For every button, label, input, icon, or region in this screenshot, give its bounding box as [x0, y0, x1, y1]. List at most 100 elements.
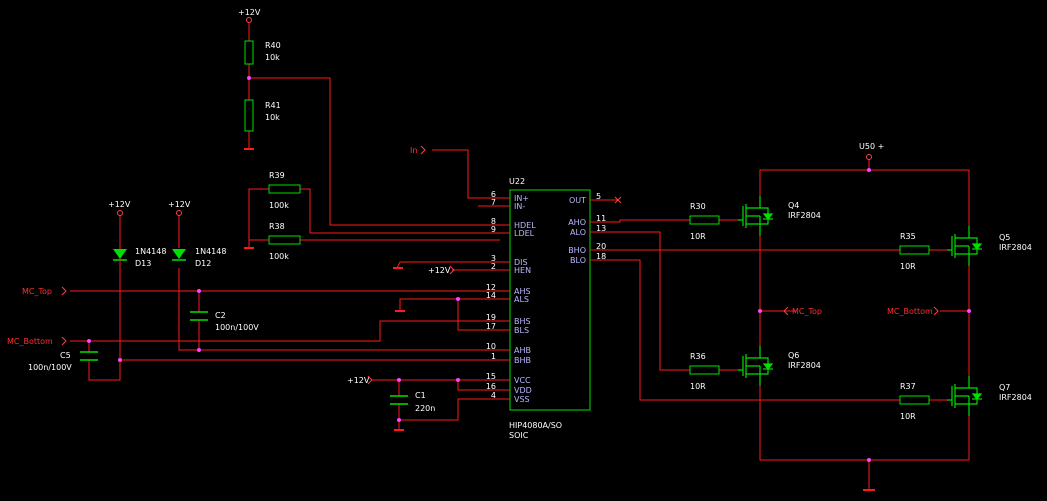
mosfet-ref: Q4 [788, 201, 799, 210]
junction-dot [867, 168, 871, 172]
ic-u22: U22 HIP4080A/SO SOIC 6 IN+7 IN-8 HDEL9 LDEL3… [486, 177, 606, 440]
pin-number: 19 [486, 313, 496, 322]
pin-number: 5 [596, 192, 601, 201]
mosfet-value: IRF2804 [999, 243, 1032, 252]
diode-icon [113, 249, 127, 259]
resistor-r38: R38 100k [268, 222, 301, 261]
pin-name: VDD [514, 386, 532, 395]
pin-name: BLO [570, 256, 586, 265]
signal-label: MC_Top [792, 307, 822, 316]
pin-number: 1 [491, 352, 496, 361]
power-label: +12V [168, 200, 191, 209]
resistor-r41: R41 10k [244, 99, 281, 132]
power-label: +12V [347, 376, 370, 385]
capacitor-c5: C5 100n/100V [28, 351, 98, 372]
resistor-value: 10k [265, 53, 280, 62]
ground-symbols [244, 148, 875, 491]
resistor-ref: R41 [265, 101, 281, 110]
pin-number: 2 [491, 262, 496, 271]
pin-name: ALO [570, 228, 586, 237]
diode-value: 1N4148 [195, 247, 226, 256]
junction-dot [758, 309, 762, 313]
pin-number: 7 [491, 198, 496, 207]
wires [70, 22, 970, 490]
pin-name: BLS [514, 326, 529, 335]
resistor-ref: R40 [265, 41, 281, 50]
resistor-r39: R39 100k [268, 171, 301, 210]
power-label: +12V [238, 8, 261, 17]
resistor-ref: R30 [690, 202, 706, 211]
pin-number: 20 [596, 242, 606, 251]
diode-icon [172, 249, 186, 259]
resistor-r36: R36 10R [689, 352, 720, 391]
pin-name: IN- [514, 202, 525, 211]
resistor-value: 10R [900, 412, 916, 421]
mosfet-ref: Q6 [788, 351, 799, 360]
pin-name: BHS [514, 317, 531, 326]
pin-name: AHB [514, 346, 531, 355]
capacitor-value: 100n/100V [215, 323, 259, 332]
junction-dot [87, 339, 91, 343]
junction-dot [118, 358, 122, 362]
capacitor-c2: C2 100n/100V [190, 311, 259, 332]
junction-dot [197, 289, 201, 293]
ic-package: SOIC [509, 431, 529, 440]
resistor-ref: R39 [269, 171, 285, 180]
diode-d12: 1N4148 D12 [172, 247, 226, 268]
resistor-value: 10R [690, 382, 706, 391]
pin-number: 16 [486, 382, 496, 391]
diode-value: 1N4148 [135, 247, 166, 256]
ic-pin-out: 5 OUT [569, 192, 601, 205]
pin-name: VSS [514, 395, 530, 404]
capacitor-value: 220n [415, 404, 435, 413]
resistor-ref: R38 [269, 222, 285, 231]
capacitor-ref: C2 [215, 311, 226, 320]
ic-ref: U22 [509, 177, 525, 186]
power-port-d13: +12V [108, 200, 131, 216]
junction-dot [456, 297, 460, 301]
junction-dot [247, 76, 251, 80]
mosfet-q4: Q4 IRF2804 [738, 196, 821, 236]
diode-d13: 1N4148 D13 [113, 247, 166, 270]
capacitor-ref: C5 [60, 351, 71, 360]
junction-dot [456, 378, 460, 382]
resistor-ref: R36 [690, 352, 706, 361]
resistor-r40: R40 10k [244, 40, 281, 65]
pin-name: BHB [514, 356, 531, 365]
resistor-r35: R35 10R [899, 232, 930, 271]
resistor-ref: R37 [900, 382, 916, 391]
mosfet-value: IRF2804 [788, 211, 821, 220]
resistor-value: 100k [269, 252, 289, 261]
capacitor-ref: C1 [415, 391, 426, 400]
resistor-value: 10k [265, 113, 280, 122]
ic-pins: 6 IN+7 IN-8 HDEL9 LDEL3 DIS2 HEN12 AHS14 ALS19 BH… [486, 190, 606, 404]
signal-label: MC_Bottom [887, 307, 933, 316]
power-port-u50: U50 + [859, 142, 884, 160]
mosfet-ref: Q7 [999, 383, 1010, 392]
power-port-r40: +12V [238, 8, 261, 23]
pin-name: OUT [569, 196, 586, 205]
mosfet-ref: Q5 [999, 233, 1010, 242]
power-port-d12: +12V [168, 200, 191, 216]
junction-dot [967, 309, 971, 313]
resistor-r37: R37 10R [899, 382, 930, 421]
pin-number: 14 [486, 291, 496, 300]
pin-number: 10 [486, 342, 496, 351]
resistor-value: 100k [269, 201, 289, 210]
mosfet-q5: Q5 IRF2804 [947, 226, 1032, 266]
pin-number: 4 [491, 391, 496, 400]
power-label: U50 + [859, 142, 884, 151]
mosfet-value: IRF2804 [999, 393, 1032, 402]
pin-name: BHO [568, 246, 586, 255]
pin-number: 15 [486, 372, 496, 381]
diode-ref: D12 [195, 259, 211, 268]
signal-port-in: In [410, 145, 426, 155]
resistor-ref: R35 [900, 232, 916, 241]
signal-ports: In MC_Top MC_Bottom MC_Top MC_Bottom [7, 145, 939, 346]
mosfet-q6: Q6 IRF2804 [738, 346, 821, 386]
ic-part: HIP4080A/SO [509, 421, 562, 430]
pin-number: 13 [596, 224, 606, 233]
capacitor-value: 100n/100V [28, 363, 72, 372]
pin-name: ALS [514, 295, 529, 304]
mosfet-q7: Q7 IRF2804 [947, 376, 1032, 416]
